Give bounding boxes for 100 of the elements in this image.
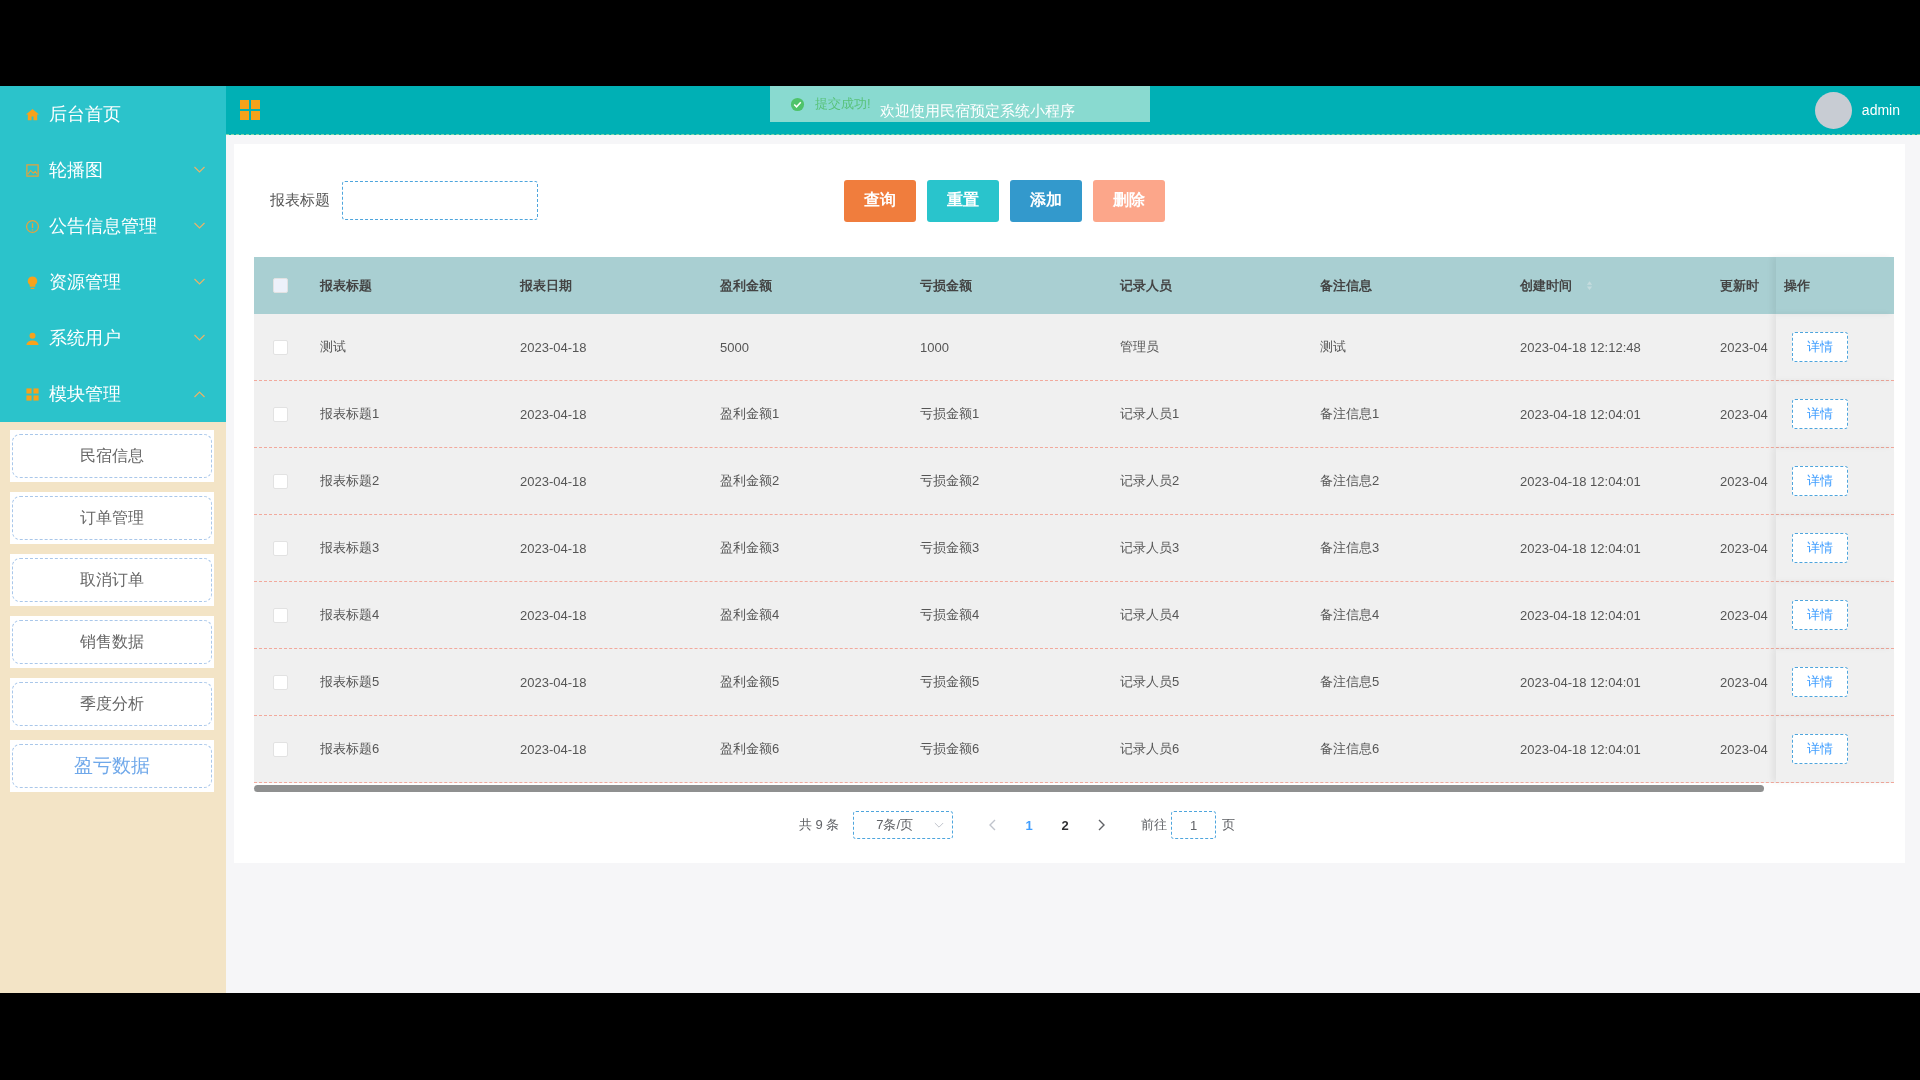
check-circle-icon	[790, 96, 805, 112]
search-field[interactable]	[342, 181, 538, 220]
detail-button[interactable]: 详情	[1792, 667, 1848, 697]
menu-item[interactable]: 轮播图	[0, 142, 226, 198]
column-header: 备注信息	[1320, 276, 1372, 295]
table-cell: 亏损金额6	[920, 740, 980, 758]
detail-button[interactable]: 详情	[1792, 332, 1848, 362]
goto-page-field[interactable]: 1	[1171, 811, 1217, 839]
query-button[interactable]: 查询	[844, 179, 916, 222]
table-cell: 盈利金额6	[720, 740, 780, 758]
menu-item[interactable]: 系统用户	[0, 310, 226, 366]
table-cell: 2023-04	[1720, 339, 1768, 355]
detail-button[interactable]: 详情	[1792, 399, 1848, 429]
submenu-item[interactable]: 盈亏数据	[12, 744, 212, 788]
table-cell: 2023-04-18	[520, 607, 587, 623]
table-cell: 2023-04-18 12:04:01	[1520, 473, 1641, 489]
table-cell: 记录人员1	[1120, 405, 1180, 423]
submenu-item[interactable]: 季度分析	[12, 682, 212, 726]
next-page-icon[interactable]	[1097, 819, 1106, 831]
page-number[interactable]: 2	[1054, 817, 1077, 833]
table-cell: 2023-04-18	[520, 473, 587, 489]
table-cell: 盈利金额3	[720, 539, 780, 557]
menu-item[interactable]: 资源管理	[0, 254, 226, 310]
page-size-select[interactable]: 7条/页	[853, 811, 954, 839]
add-button[interactable]: 添加	[1010, 179, 1082, 222]
table-cell: 报表标题4	[320, 606, 380, 624]
table-cell: 记录人员3	[1120, 539, 1180, 557]
row-checkbox[interactable]	[272, 339, 288, 355]
sort-icon[interactable]	[1586, 280, 1593, 291]
avatar[interactable]	[1814, 91, 1852, 129]
table-cell: 亏损金额4	[920, 606, 980, 624]
table-cell: 2023-04	[1720, 406, 1768, 422]
table-cell: 2023-04	[1720, 473, 1768, 489]
info-icon	[25, 218, 40, 234]
row-checkbox[interactable]	[272, 473, 288, 489]
reset-button[interactable]: 重置	[927, 179, 999, 222]
chevron-up-icon	[193, 390, 206, 398]
table-cell: 2023-04	[1720, 674, 1768, 690]
table-cell: 备注信息3	[1320, 539, 1380, 557]
table-cell: 备注信息4	[1320, 606, 1380, 624]
submenu-item[interactable]: 订单管理	[12, 496, 212, 540]
table-cell: 1000	[920, 339, 949, 355]
row-checkbox[interactable]	[272, 674, 288, 690]
grid-icon[interactable]	[240, 100, 260, 120]
menu-item[interactable]: 模块管理	[0, 366, 226, 422]
row-checkbox[interactable]	[272, 540, 288, 556]
column-header: 盈利金额	[720, 276, 772, 295]
welcome-text: 欢迎使用民宿预定系统小程序	[879, 100, 1075, 121]
table-cell: 备注信息5	[1320, 673, 1380, 691]
table-cell: 2023-04-18	[520, 339, 587, 355]
detail-button[interactable]: 详情	[1792, 600, 1848, 630]
table-cell: 2023-04	[1720, 741, 1768, 757]
table-cell: 记录人员2	[1120, 472, 1180, 490]
submenu-item[interactable]: 销售数据	[12, 620, 212, 664]
table-cell: 2023-04-18 12:04:01	[1520, 607, 1641, 623]
detail-button[interactable]: 详情	[1792, 734, 1848, 764]
table-cell: 备注信息2	[1320, 472, 1380, 490]
scrollbar[interactable]	[254, 784, 1764, 792]
chevron-down-icon	[934, 821, 945, 829]
select-all-checkbox[interactable]	[272, 278, 288, 293]
table-cell: 2023-04-18 12:04:01	[1520, 406, 1641, 422]
row-checkbox[interactable]	[272, 607, 288, 623]
table-cell: 盈利金额1	[720, 405, 780, 423]
page-suffix: 页	[1222, 816, 1236, 834]
page-number[interactable]: 1	[1018, 817, 1041, 833]
table-cell: 2023-04-18 12:04:01	[1520, 741, 1641, 757]
total-count: 共 9 条	[798, 816, 840, 834]
table-cell: 备注信息6	[1320, 740, 1380, 758]
table-cell: 报表标题2	[320, 472, 380, 490]
table-cell: 亏损金额1	[920, 405, 980, 423]
row-checkbox[interactable]	[272, 741, 288, 757]
column-header: 操作	[1784, 276, 1810, 295]
table-cell: 盈利金额4	[720, 606, 780, 624]
submenu-item[interactable]: 取消订单	[12, 558, 212, 602]
menu-item[interactable]: 公告信息管理	[0, 198, 226, 254]
row-checkbox[interactable]	[272, 406, 288, 422]
table-cell: 记录人员5	[1120, 673, 1180, 691]
toast-message: 提交成功!	[815, 95, 871, 113]
delete-button[interactable]: 删除	[1093, 179, 1165, 222]
column-header: 报表日期	[520, 276, 572, 295]
table-cell: 报表标题1	[320, 405, 380, 423]
chevron-down-icon	[193, 334, 206, 342]
submenu-item[interactable]: 民宿信息	[12, 434, 212, 478]
table-cell: 2023-04-18	[520, 741, 587, 757]
image-icon	[25, 162, 40, 178]
column-header: 亏损金额	[920, 276, 972, 295]
table-cell: 2023-04-18	[520, 674, 587, 690]
table-cell: 2023-04-18 12:04:01	[1520, 674, 1641, 690]
column-header: 记录人员	[1120, 276, 1172, 295]
detail-button[interactable]: 详情	[1792, 533, 1848, 563]
detail-button[interactable]: 详情	[1792, 466, 1848, 496]
menu-item[interactable]: 后台首页	[0, 86, 226, 142]
prev-page-icon[interactable]	[989, 819, 998, 831]
table-cell: 管理员	[1120, 338, 1159, 356]
home-icon	[25, 106, 40, 122]
table-cell: 亏损金额2	[920, 472, 980, 490]
user-name: admin	[1861, 102, 1900, 118]
table-cell: 报表标题6	[320, 740, 380, 758]
table-cell: 2023-04	[1720, 607, 1768, 623]
table-cell: 2023-04-18	[520, 406, 587, 422]
